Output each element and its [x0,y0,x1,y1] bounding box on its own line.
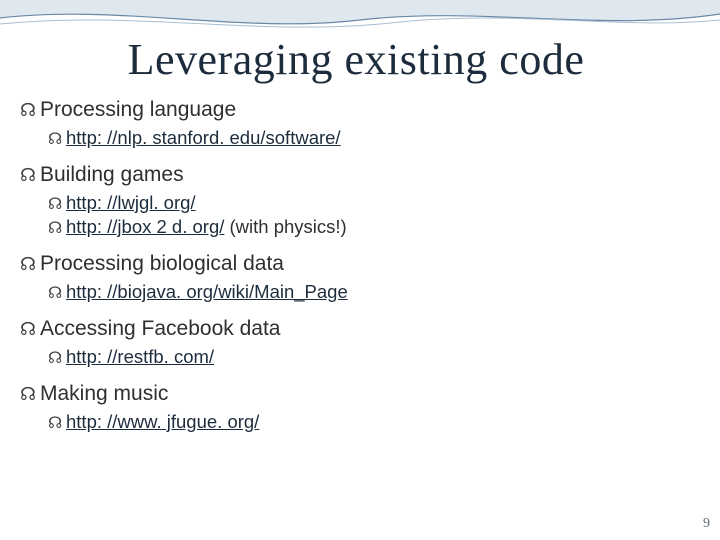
list-item: ☊ http: //www. jfugue. org/ [48,410,692,434]
bullet-icon: ☊ [48,284,66,304]
bullet-icon: ☊ [20,165,40,186]
section-heading-text: Processing language [40,98,236,122]
item-trail: (with physics!) [230,216,347,237]
link-jfugue[interactable]: http: //www. jfugue. org/ [66,411,259,432]
section-processing-language: ☊ Processing language ☊ http: //nlp. sta… [20,98,692,150]
section-building-games: ☊ Building games ☊ http: //lwjgl. org/ ☊… [20,163,692,239]
bullet-icon: ☊ [20,319,40,340]
slide-body: Leveraging existing code ☊ Processing la… [0,0,720,540]
section-heading: ☊ Processing biological data [20,252,692,276]
list-item: ☊ http: //nlp. stanford. edu/software/ [48,126,692,150]
section-heading-text: Making music [40,382,168,406]
link-jbox2d[interactable]: http: //jbox 2 d. org/ [66,216,224,237]
bullet-icon: ☊ [48,130,66,150]
bullet-icon: ☊ [48,349,66,369]
section-heading-text: Building games [40,163,184,187]
section-heading: ☊ Building games [20,163,692,187]
bullet-icon: ☊ [20,100,40,121]
section-heading-text: Accessing Facebook data [40,317,280,341]
section-making-music: ☊ Making music ☊ http: //www. jfugue. or… [20,382,692,434]
bullet-icon: ☊ [48,414,66,434]
section-facebook-data: ☊ Accessing Facebook data ☊ http: //rest… [20,317,692,369]
section-heading: ☊ Making music [20,382,692,406]
page-number: 9 [703,516,710,532]
bullet-icon: ☊ [48,195,66,215]
link-biojava[interactable]: http: //biojava. org/wiki/Main_Page [66,281,348,302]
section-heading: ☊ Processing language [20,98,692,122]
bullet-icon: ☊ [20,254,40,275]
slide-title: Leveraging existing code [20,34,692,85]
section-biological-data: ☊ Processing biological data ☊ http: //b… [20,252,692,304]
link-nlp-stanford[interactable]: http: //nlp. stanford. edu/software/ [66,127,341,148]
list-item: ☊ http: //jbox 2 d. org/ (with physics!) [48,215,692,239]
section-heading: ☊ Accessing Facebook data [20,317,692,341]
link-restfb[interactable]: http: //restfb. com/ [66,346,214,367]
list-item: ☊ http: //biojava. org/wiki/Main_Page [48,280,692,304]
bullet-icon: ☊ [20,384,40,405]
section-heading-text: Processing biological data [40,252,284,276]
link-lwjgl[interactable]: http: //lwjgl. org/ [66,192,196,213]
list-item: ☊ http: //lwjgl. org/ [48,191,692,215]
list-item: ☊ http: //restfb. com/ [48,345,692,369]
bullet-icon: ☊ [48,219,66,239]
